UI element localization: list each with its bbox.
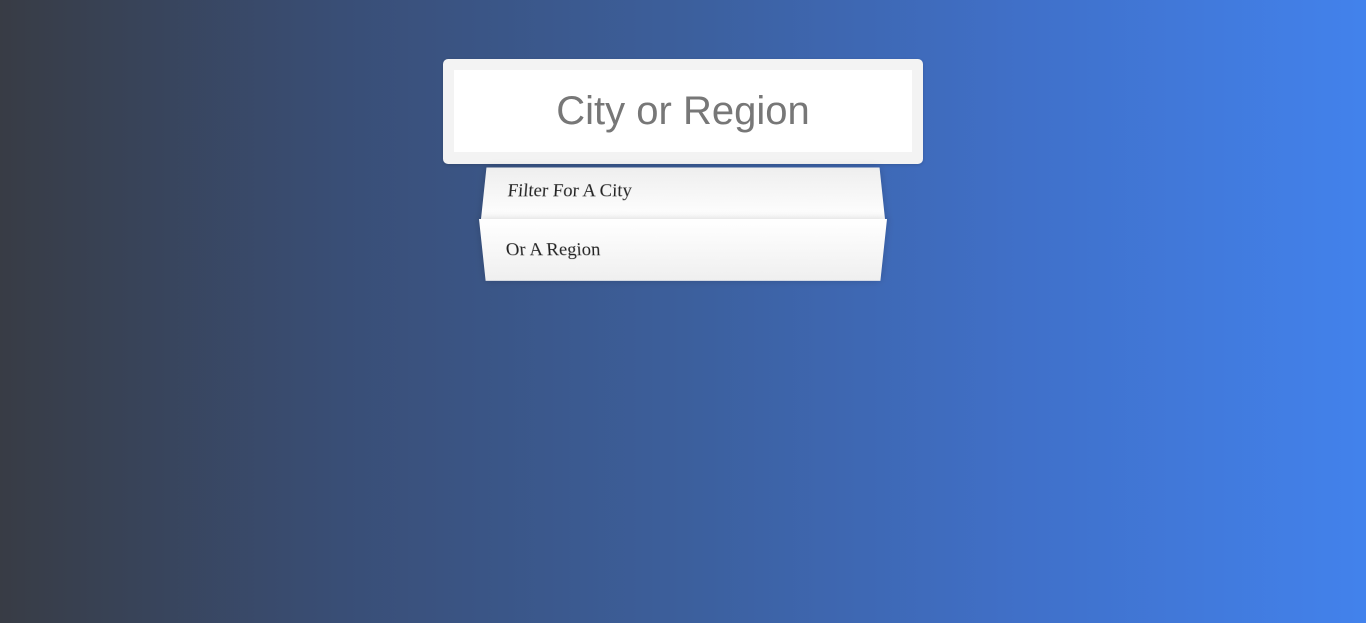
search-form <box>443 59 923 164</box>
suggestion-filter-city[interactable]: Filter For A City <box>480 167 886 221</box>
suggestion-region[interactable]: Or A Region <box>479 219 887 281</box>
search-input[interactable] <box>454 70 912 152</box>
suggestions-list: Filter For A City Or A Region <box>479 164 887 283</box>
